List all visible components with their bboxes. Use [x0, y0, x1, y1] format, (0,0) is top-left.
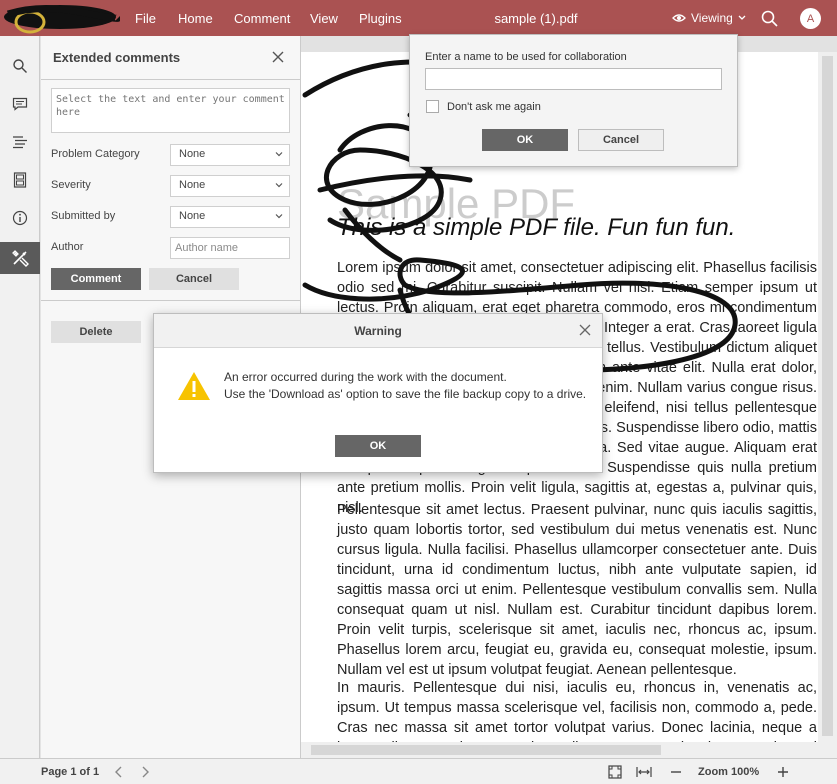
comments-panel-button[interactable] [5, 90, 35, 118]
user-avatar[interactable]: A [800, 8, 821, 29]
fit-page-icon[interactable] [607, 764, 623, 780]
menu-plugins[interactable]: Plugins [359, 0, 402, 36]
viewing-mode-label: Viewing [691, 11, 733, 25]
collab-ok-button[interactable]: OK [482, 129, 568, 151]
comment-textarea[interactable] [51, 88, 290, 133]
fit-width-icon[interactable] [636, 764, 652, 780]
menu-comment[interactable]: Comment [234, 0, 290, 36]
dont-ask-again-checkbox[interactable] [426, 100, 439, 113]
delete-button[interactable]: Delete [51, 321, 141, 343]
chevron-down-icon [275, 214, 283, 219]
plugins-panel-button[interactable] [0, 242, 40, 274]
tools-icon [12, 250, 29, 267]
pdf-paragraph: In mauris. Pellentesque dui nisi, iaculi… [337, 680, 817, 742]
collaboration-name-label: Enter a name to be used for collaboratio… [425, 51, 627, 63]
logo-redaction-scribble [4, 4, 120, 34]
pdf-paragraph: Pellentesque sit amet lectus. Praesent p… [337, 502, 817, 678]
comment-button[interactable]: Comment [51, 268, 141, 290]
document-title: sample (1).pdf [494, 10, 578, 26]
menu-file[interactable]: File [135, 0, 156, 36]
collaboration-name-input[interactable] [425, 68, 722, 90]
severity-select[interactable]: None [170, 175, 290, 197]
zoom-in-icon[interactable] [775, 764, 791, 780]
menu-home[interactable]: Home [178, 0, 213, 36]
warning-dialog: Warning An error occurred during the wor… [153, 313, 603, 473]
cancel-button[interactable]: Cancel [149, 268, 239, 290]
warning-message-line-1: An error occurred during the work with t… [224, 370, 507, 384]
author-label: Author [51, 241, 84, 253]
headings-icon [13, 136, 27, 149]
chevron-down-icon [275, 183, 283, 188]
problem-category-select[interactable]: None [170, 144, 290, 166]
submitted-by-label: Submitted by [51, 210, 116, 222]
search-panel-button[interactable] [5, 52, 35, 80]
warning-dialog-title: Warning [354, 324, 402, 338]
horizontal-scroll-thumb[interactable] [311, 745, 661, 755]
warning-icon [178, 372, 210, 400]
close-icon[interactable] [578, 323, 592, 337]
vertical-scroll-thumb[interactable] [822, 56, 833, 736]
zoom-level: Zoom 100% [698, 766, 760, 778]
panel-header: Extended comments [41, 36, 301, 80]
author-name-input[interactable] [170, 237, 290, 259]
info-icon [12, 210, 28, 226]
previous-page-icon[interactable] [111, 764, 127, 780]
warning-ok-button[interactable]: OK [335, 435, 421, 457]
left-toolbar [0, 36, 40, 758]
comment-icon [12, 97, 28, 111]
collab-cancel-button[interactable]: Cancel [578, 129, 664, 151]
thumbnails-icon [13, 172, 27, 188]
collaboration-name-dialog: Enter a name to be used for collaboratio… [409, 34, 738, 167]
warning-message-line-2: Use the 'Download as' option to save the… [224, 387, 587, 401]
warning-dialog-header: Warning [154, 314, 602, 348]
submitted-by-value: None [179, 210, 206, 222]
next-page-icon[interactable] [137, 764, 153, 780]
dont-ask-again-label: Don't ask me again [447, 101, 541, 113]
navigation-panel-button[interactable] [5, 128, 35, 156]
page-indicator[interactable]: Page 1 of 1 [41, 766, 99, 778]
top-toolbar: File Home Comment View Plugins sample (1… [0, 0, 837, 36]
horizontal-scrollbar[interactable] [301, 742, 837, 758]
problem-category-label: Problem Category [51, 148, 140, 160]
vertical-scrollbar[interactable] [818, 52, 837, 742]
problem-category-value: None [179, 148, 206, 160]
status-bar: Page 1 of 1 Zoom 100% [0, 758, 837, 784]
panel-title: Extended comments [53, 50, 181, 65]
search-icon [13, 59, 27, 73]
close-icon[interactable] [269, 48, 287, 66]
submitted-by-select[interactable]: None [170, 206, 290, 228]
chevron-down-icon [275, 152, 283, 157]
document-info-button[interactable] [5, 204, 35, 232]
severity-value: None [179, 179, 206, 191]
eye-icon [672, 14, 686, 22]
severity-label: Severity [51, 179, 91, 191]
viewing-mode-dropdown[interactable]: Viewing [672, 0, 746, 36]
search-icon[interactable] [760, 9, 780, 29]
chevron-down-icon [738, 15, 746, 20]
pdf-subtitle: This is a simple PDF file. Fun fun fun. [337, 214, 736, 241]
menu-view[interactable]: View [310, 0, 338, 36]
panel-divider [41, 300, 301, 301]
zoom-out-icon[interactable] [668, 764, 684, 780]
thumbnails-panel-button[interactable] [5, 166, 35, 194]
